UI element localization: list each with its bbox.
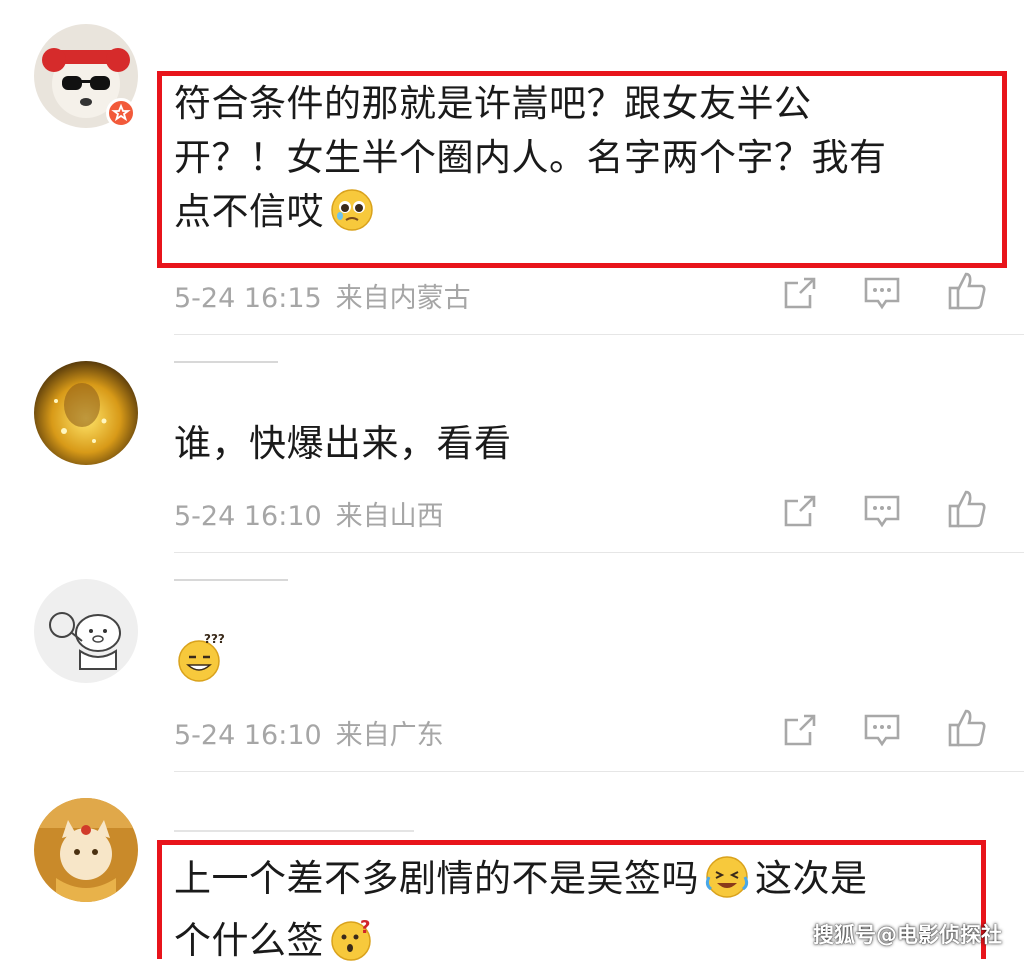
username-placeholder bbox=[174, 830, 414, 832]
svg-text:???: ??? bbox=[204, 632, 225, 646]
comment-item-2: 谁，快爆出来，看看 5-24 16:10 来自山西 bbox=[0, 335, 1024, 553]
comment-meta: 5-24 16:15 来自内蒙古 bbox=[174, 276, 471, 315]
avatar[interactable] bbox=[34, 361, 138, 465]
thumbs-up-icon[interactable] bbox=[946, 488, 986, 528]
username-placeholder bbox=[174, 361, 278, 363]
comment-time: 5-24 16:15 bbox=[174, 283, 322, 314]
comment-location: 来自山西 bbox=[335, 501, 444, 532]
comment-item-3: ??? 5-24 16:10 来自广东 bbox=[0, 553, 1024, 772]
comment-meta: 5-24 16:10 来自山西 bbox=[174, 494, 444, 533]
comment-location: 来自广东 bbox=[335, 720, 444, 751]
highlight-box bbox=[157, 71, 1007, 268]
comment-icon[interactable] bbox=[862, 273, 902, 313]
avatar[interactable] bbox=[34, 798, 138, 902]
comment-time: 5-24 16:10 bbox=[174, 720, 322, 751]
share-icon[interactable] bbox=[780, 710, 820, 750]
watermark: 搜狐号@电影侦探社 bbox=[813, 923, 1002, 947]
confused-grin-emoji: ??? bbox=[176, 631, 226, 687]
comment-time: 5-24 16:10 bbox=[174, 501, 322, 532]
comment-icon[interactable] bbox=[862, 710, 902, 750]
comment-icon[interactable] bbox=[862, 491, 902, 531]
username-placeholder bbox=[174, 579, 288, 581]
thumbs-up-icon[interactable] bbox=[946, 270, 986, 310]
comment-line: 谁，快爆出来，看看 bbox=[174, 422, 512, 465]
vip-badge-icon bbox=[106, 98, 136, 128]
avatar[interactable] bbox=[34, 579, 138, 683]
comment-location: 来自内蒙古 bbox=[335, 283, 471, 314]
share-icon[interactable] bbox=[780, 491, 820, 531]
share-icon[interactable] bbox=[780, 273, 820, 313]
thumbs-up-icon[interactable] bbox=[946, 707, 986, 747]
comment-text: 谁，快爆出来，看看 bbox=[174, 417, 512, 471]
comment-meta: 5-24 16:10 来自广东 bbox=[174, 713, 444, 752]
